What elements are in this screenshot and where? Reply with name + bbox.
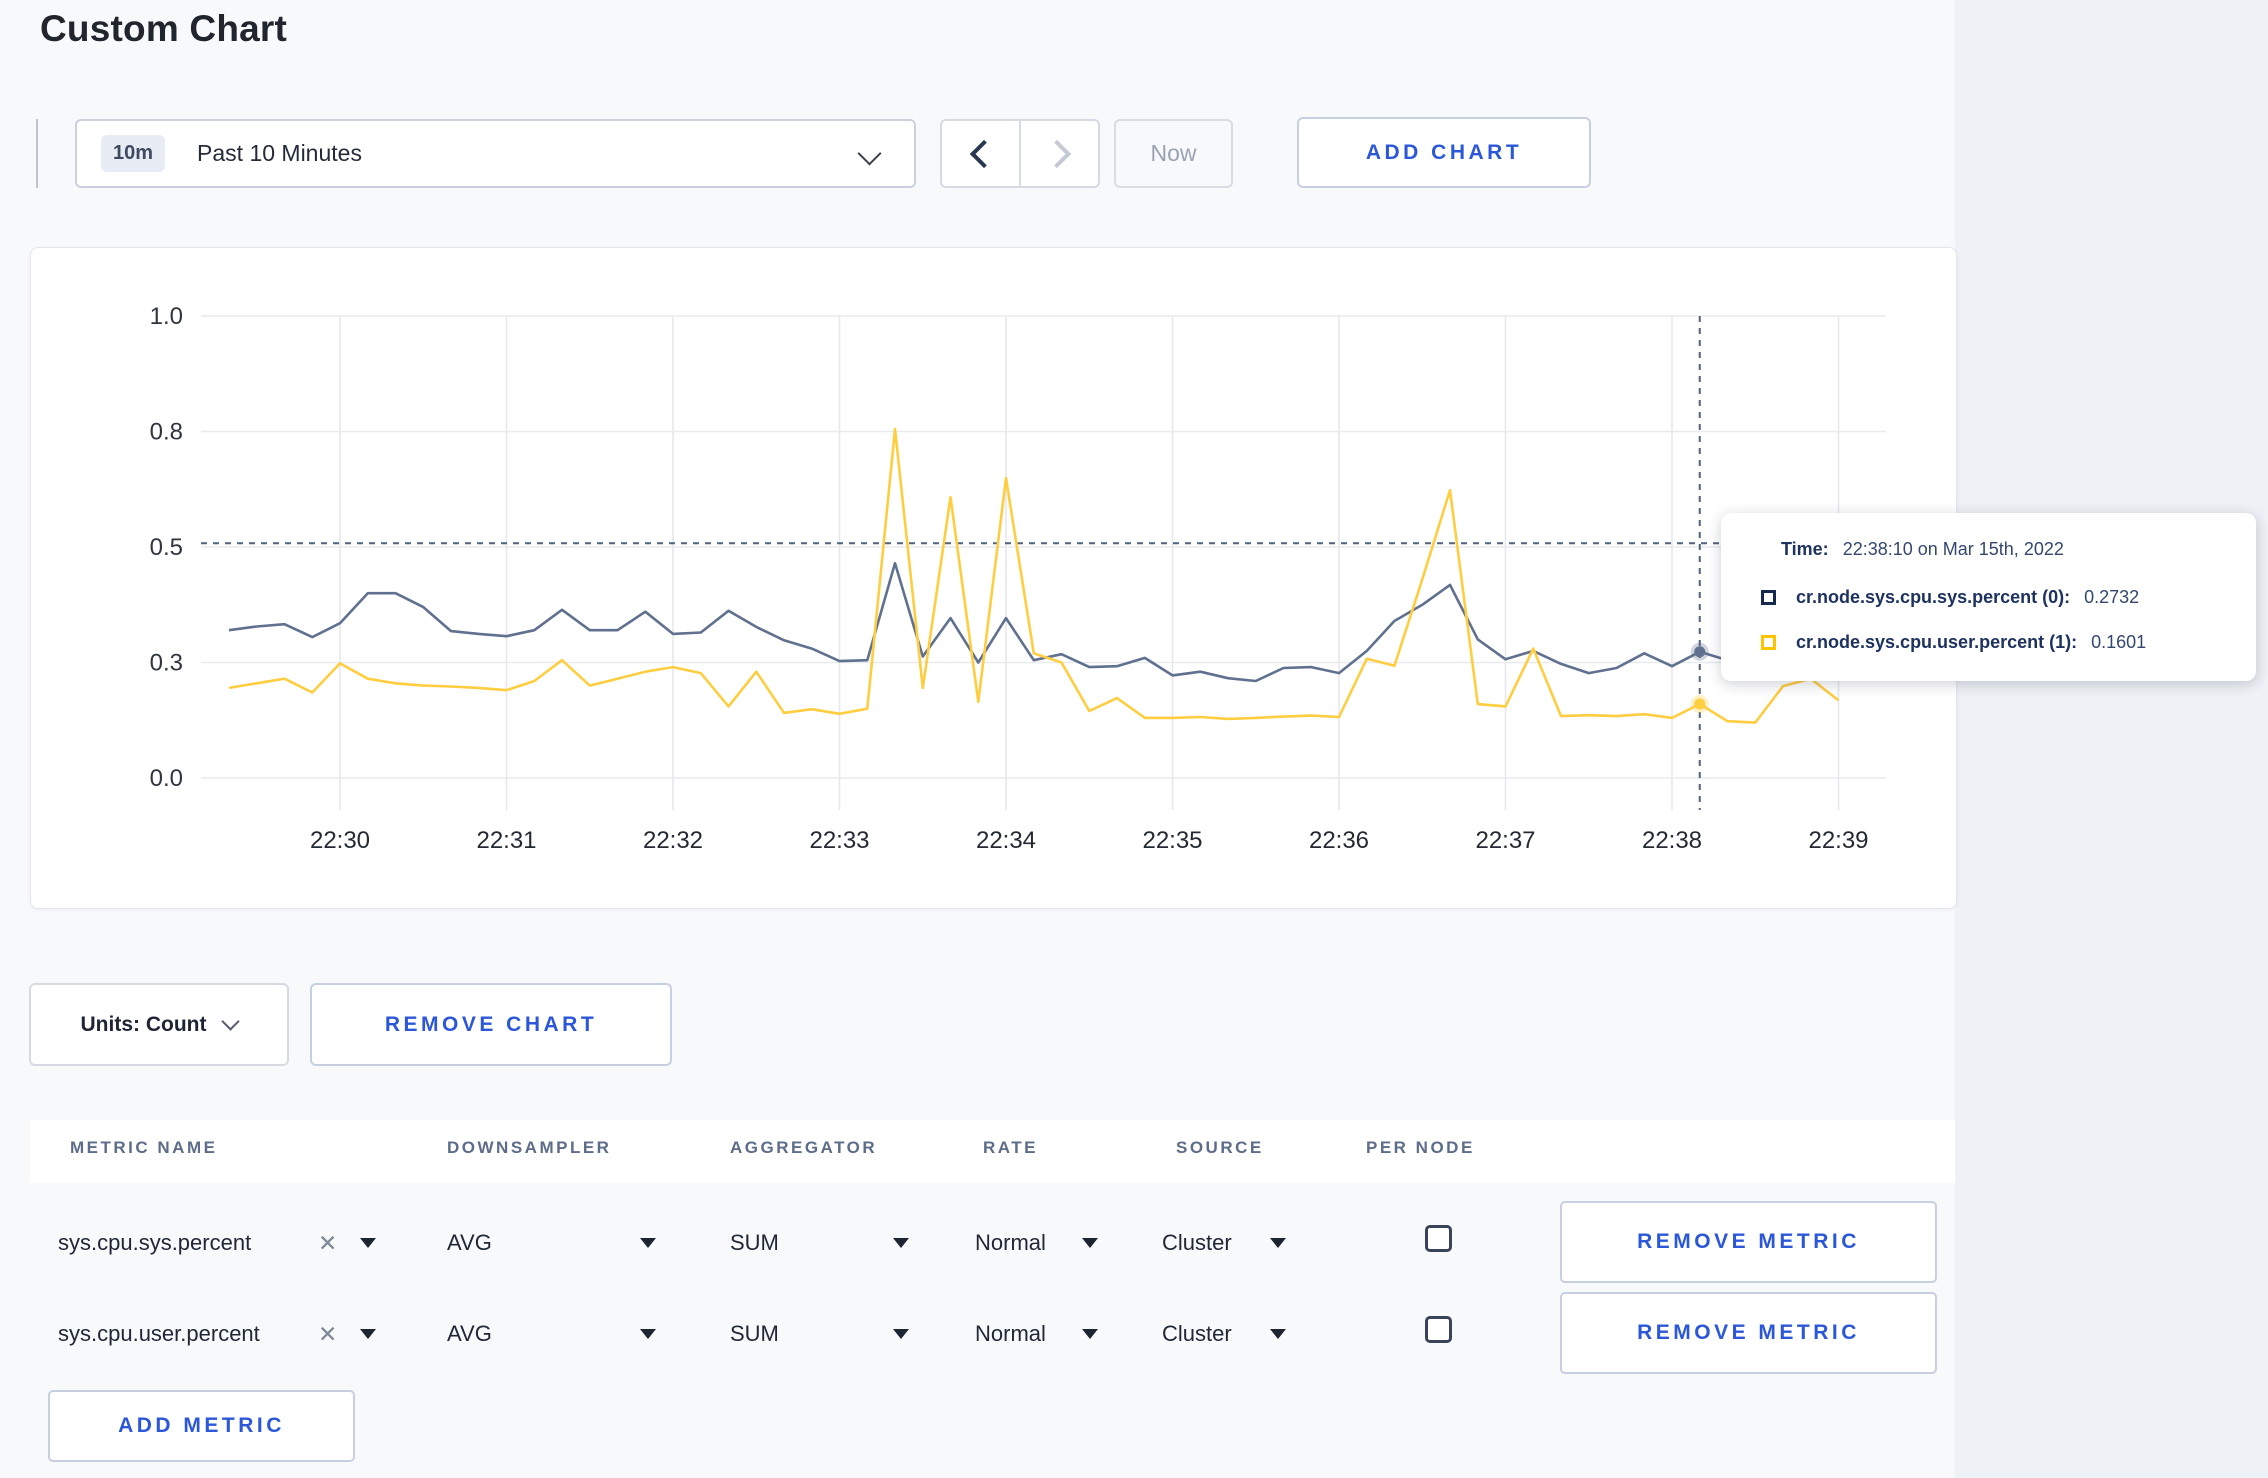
- metric-name-value[interactable]: sys.cpu.sys.percent: [58, 1198, 251, 1288]
- time-range-badge: 10m: [101, 135, 166, 172]
- units-label: Units: Count: [80, 1012, 207, 1036]
- svg-text:22:31: 22:31: [476, 827, 536, 854]
- next-time-button[interactable]: [1021, 121, 1098, 186]
- downsampler-select[interactable]: AVG: [447, 1198, 492, 1288]
- metric-name-caret-icon[interactable]: [360, 1289, 376, 1379]
- tooltip-time-row: Time: 22:38:10 on Mar 15th, 2022: [1761, 539, 2064, 560]
- svg-text:1.0: 1.0: [150, 303, 183, 330]
- rate-caret-icon[interactable]: [1082, 1198, 1098, 1288]
- add-metric-button[interactable]: ADD METRIC: [48, 1390, 355, 1462]
- col-header-rate: RATE: [983, 1138, 1039, 1157]
- chevron-down-icon: [221, 1012, 241, 1031]
- prev-time-button[interactable]: [942, 121, 1021, 186]
- remove-metric-x-icon[interactable]: ✕: [318, 1198, 337, 1288]
- source-select[interactable]: Cluster: [1162, 1198, 1232, 1288]
- svg-text:0.8: 0.8: [150, 419, 183, 446]
- custom-chart-page: Custom Chart 10m Past 10 Minutes Now ADD…: [0, 0, 2268, 1478]
- metric-row: sys.cpu.sys.percent ✕ AVG SUM Normal Clu…: [30, 1198, 1955, 1288]
- aggregator-select[interactable]: SUM: [730, 1198, 779, 1288]
- source-caret-icon[interactable]: [1270, 1289, 1286, 1379]
- downsampler-caret-icon[interactable]: [640, 1289, 656, 1379]
- tooltip-time-label: Time:: [1781, 539, 1829, 559]
- chevron-left-icon: [969, 139, 998, 168]
- svg-text:0.0: 0.0: [150, 765, 183, 792]
- chevron-right-icon: [1042, 139, 1071, 168]
- chart-card: 1.0 0.8 0.5 0.3 0.0 22:30 22:31 22:32 22:33 22:34…: [30, 247, 1957, 909]
- metrics-table-header: METRIC NAME DOWNSAMPLER AGGREGATOR RATE …: [30, 1120, 1955, 1183]
- series-swatch-icon: [1761, 590, 1776, 605]
- aggregator-caret-icon[interactable]: [893, 1198, 909, 1288]
- aggregator-caret-icon[interactable]: [893, 1289, 909, 1379]
- tooltip-time-value: 22:38:10 on Mar 15th, 2022: [1842, 539, 2064, 559]
- col-header-aggregator: AGGREGATOR: [730, 1138, 878, 1157]
- time-range-dropdown[interactable]: 10m Past 10 Minutes: [75, 119, 916, 188]
- source-caret-icon[interactable]: [1270, 1198, 1286, 1288]
- remove-metric-button[interactable]: REMOVE METRIC: [1560, 1292, 1937, 1374]
- remove-metric-button[interactable]: REMOVE METRIC: [1560, 1201, 1937, 1283]
- rate-select[interactable]: Normal: [975, 1198, 1046, 1288]
- tooltip-series-value: 0.1601: [2091, 632, 2147, 652]
- chevron-down-icon: [857, 141, 882, 166]
- rate-caret-icon[interactable]: [1082, 1289, 1098, 1379]
- col-header-source: SOURCE: [1176, 1138, 1264, 1157]
- metric-row: sys.cpu.user.percent ✕ AVG SUM Normal Cl…: [30, 1289, 1955, 1379]
- tooltip-series-row: cr.node.sys.cpu.sys.percent (0): 0.2732: [1761, 587, 2139, 608]
- svg-text:22:34: 22:34: [976, 827, 1036, 854]
- col-header-downsampler: DOWNSAMPLER: [447, 1138, 612, 1157]
- metric-name-value[interactable]: sys.cpu.user.percent: [58, 1289, 260, 1379]
- source-select[interactable]: Cluster: [1162, 1289, 1232, 1379]
- downsampler-caret-icon[interactable]: [640, 1198, 656, 1288]
- toolbar-divider: [36, 119, 38, 188]
- per-node-checkbox[interactable]: [1425, 1225, 1452, 1252]
- add-chart-button[interactable]: ADD CHART: [1297, 117, 1591, 188]
- time-nav-group: [940, 119, 1100, 188]
- series-swatch-icon: [1761, 635, 1776, 650]
- svg-text:0.5: 0.5: [150, 534, 183, 561]
- aggregator-select[interactable]: SUM: [730, 1289, 779, 1379]
- per-node-checkbox[interactable]: [1425, 1316, 1452, 1343]
- svg-text:22:30: 22:30: [310, 827, 370, 854]
- remove-metric-x-icon[interactable]: ✕: [318, 1289, 337, 1379]
- tooltip-series-row: cr.node.sys.cpu.user.percent (1): 0.1601: [1761, 632, 2146, 653]
- downsampler-select[interactable]: AVG: [447, 1289, 492, 1379]
- tooltip-series-name: cr.node.sys.cpu.user.percent (1):: [1796, 632, 2078, 652]
- svg-text:0.3: 0.3: [150, 650, 183, 677]
- svg-text:22:36: 22:36: [1309, 827, 1369, 854]
- col-header-metric-name: METRIC NAME: [70, 1138, 218, 1157]
- units-dropdown[interactable]: Units: Count: [29, 983, 289, 1066]
- chart-tooltip: Time: 22:38:10 on Mar 15th, 2022 cr.node…: [1721, 513, 2256, 681]
- svg-text:22:33: 22:33: [809, 827, 869, 854]
- col-header-per-node: PER NODE: [1366, 1138, 1475, 1157]
- svg-text:22:38: 22:38: [1642, 827, 1702, 854]
- remove-chart-button[interactable]: REMOVE CHART: [310, 983, 672, 1066]
- time-range-label: Past 10 Minutes: [197, 140, 362, 166]
- time-series-chart[interactable]: 1.0 0.8 0.5 0.3 0.0 22:30 22:31 22:32 22:33 22:34…: [31, 248, 1956, 908]
- page-title: Custom Chart: [40, 8, 288, 49]
- rate-select[interactable]: Normal: [975, 1289, 1046, 1379]
- now-button[interactable]: Now: [1114, 119, 1233, 188]
- tooltip-series-name: cr.node.sys.cpu.sys.percent (0):: [1796, 587, 2071, 607]
- metric-name-caret-icon[interactable]: [360, 1198, 376, 1288]
- tooltip-series-value: 0.2732: [2084, 587, 2140, 607]
- svg-text:22:32: 22:32: [643, 827, 703, 854]
- svg-text:22:39: 22:39: [1808, 827, 1868, 854]
- svg-text:22:35: 22:35: [1142, 827, 1202, 854]
- svg-text:22:37: 22:37: [1475, 827, 1535, 854]
